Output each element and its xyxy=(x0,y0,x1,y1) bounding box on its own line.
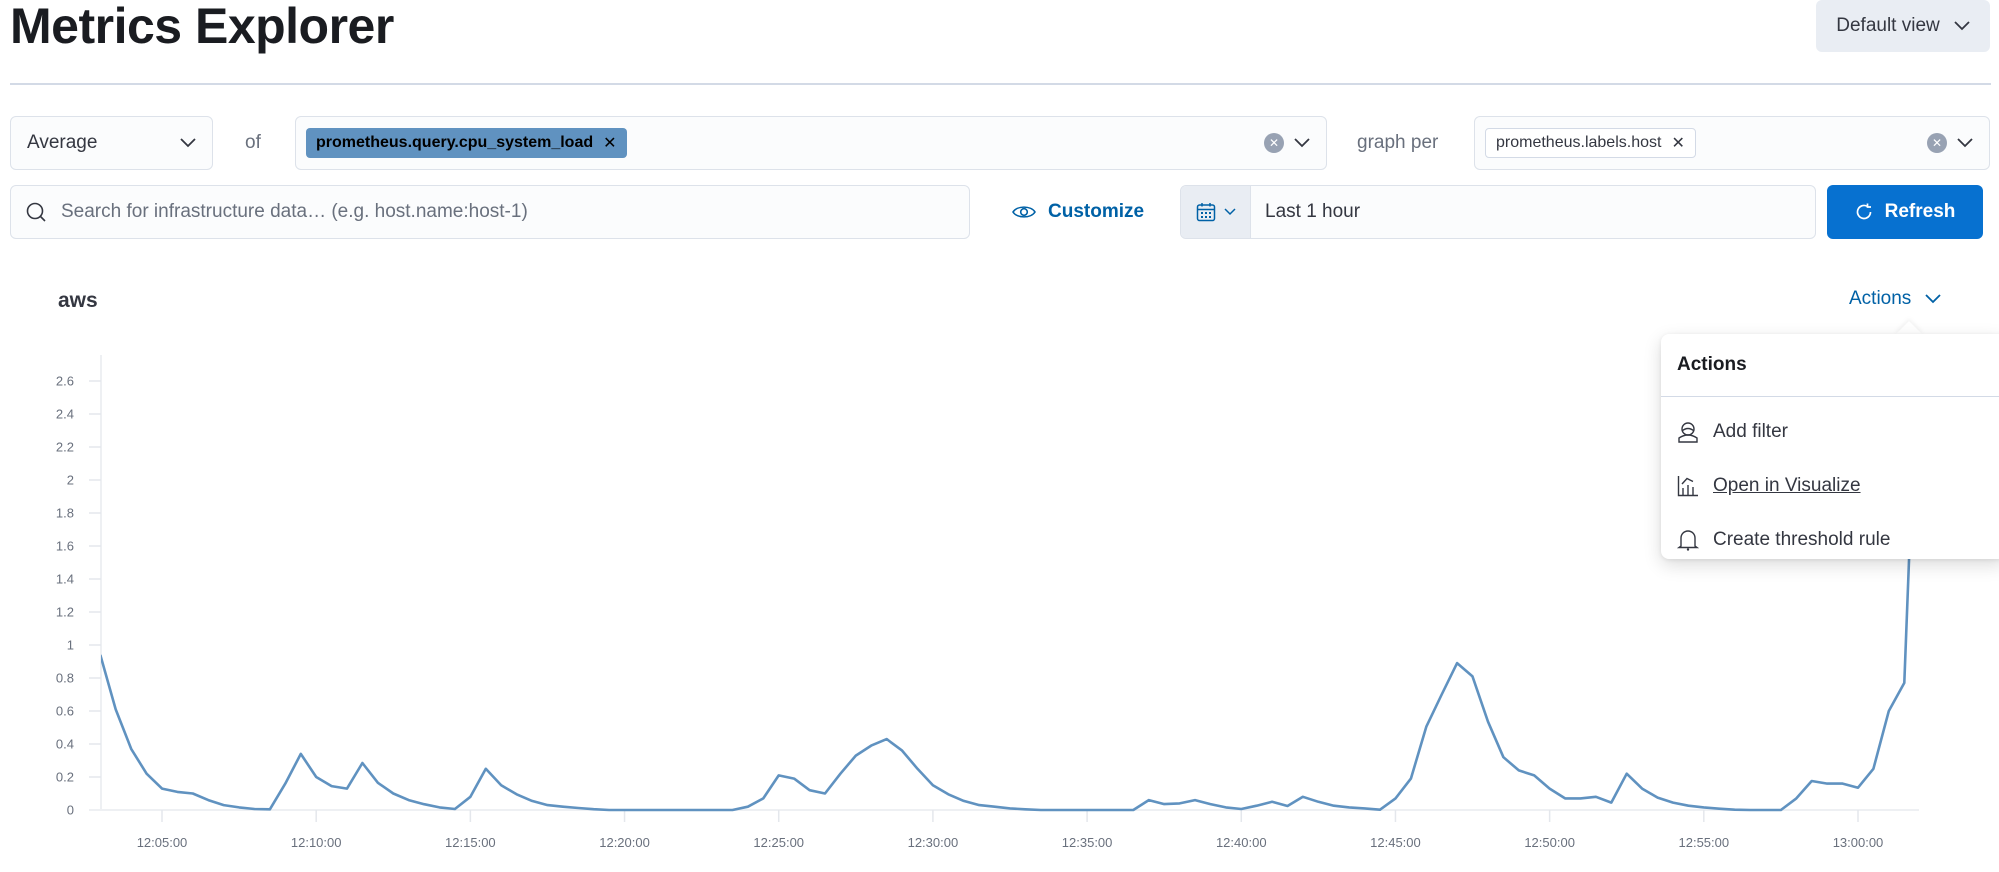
x-tick-label: 12:20:00 xyxy=(599,835,650,850)
y-axis: 0 0.2 0.4 0.6 0.8 1 1.2 1.4 1.6 1.8 2 2.2 2.4 2.6 xyxy=(56,355,102,818)
eye-icon xyxy=(1012,206,1036,218)
refresh-icon xyxy=(1856,203,1871,220)
actions-button[interactable]: Actions xyxy=(1849,288,1941,310)
metric-combobox[interactable]: prometheus.query.cpu_system_load ✕ ✕ xyxy=(295,116,1327,170)
group-by-chip-label: prometheus.labels.host xyxy=(1496,134,1662,151)
graph-per-label: graph per xyxy=(1357,132,1439,153)
quick-date-menu-button[interactable] xyxy=(1181,186,1251,238)
clear-metrics-icon[interactable]: ✕ xyxy=(1264,133,1284,153)
clear-group-by-icon[interactable]: ✕ xyxy=(1927,133,1947,153)
y-tick-label: 1.8 xyxy=(56,506,74,521)
y-tick-label: 1.2 xyxy=(56,605,74,620)
y-tick-label: 0.6 xyxy=(56,704,74,719)
of-label: of xyxy=(245,132,261,153)
y-tick-label: 1.6 xyxy=(56,539,74,554)
x-tick-label: 12:05:00 xyxy=(137,835,188,850)
bell-icon xyxy=(1677,530,1699,551)
popover-arrow xyxy=(1895,321,1923,335)
y-tick-label: 1.4 xyxy=(56,572,74,587)
refresh-button[interactable]: Refresh xyxy=(1827,185,1983,239)
menu-item-label: Open in Visualize xyxy=(1713,475,1861,496)
chevron-down-icon xyxy=(180,138,196,148)
y-tick-label: 1 xyxy=(67,638,74,653)
menu-item-label: Add filter xyxy=(1713,421,1788,442)
customize-label: Customize xyxy=(1048,201,1145,222)
date-range-display[interactable]: Last 1 hour xyxy=(1251,186,1815,238)
x-tick-label: 12:35:00 xyxy=(1062,835,1113,850)
actions-label: Actions xyxy=(1849,288,1912,309)
saved-view-label: Default view xyxy=(1836,15,1940,36)
y-tick-label: 2 xyxy=(67,473,74,488)
popover-divider xyxy=(1661,396,1999,397)
group-by-combobox[interactable]: prometheus.labels.host ✕ ✕ xyxy=(1474,116,1990,170)
remove-group-by-icon[interactable]: ✕ xyxy=(1671,133,1684,153)
x-tick-label: 12:55:00 xyxy=(1679,835,1730,850)
search-bar xyxy=(10,185,970,239)
y-tick-label: 2.6 xyxy=(56,374,74,389)
y-tick-label: 0.4 xyxy=(56,737,74,752)
chevron-down-icon[interactable] xyxy=(1957,138,1973,148)
x-tick-label: 12:40:00 xyxy=(1216,835,1267,850)
visualize-chart-icon xyxy=(1677,476,1698,497)
y-tick-label: 2.4 xyxy=(56,407,74,422)
aggregation-select[interactable]: Average xyxy=(10,116,213,170)
x-tick-label: 12:15:00 xyxy=(445,835,496,850)
date-picker: Last 1 hour xyxy=(1180,185,1816,239)
refresh-label: Refresh xyxy=(1884,201,1956,222)
menu-item-label: Create threshold rule xyxy=(1713,529,1891,550)
x-tick-label: 12:45:00 xyxy=(1370,835,1421,850)
chevron-down-icon xyxy=(1925,294,1941,304)
x-tick-label: 12:50:00 xyxy=(1524,835,1575,850)
metric-chip: prometheus.query.cpu_system_load ✕ xyxy=(306,128,627,158)
x-axis: 12:05:00 12:10:00 12:15:00 12:20:00 12:25:00… xyxy=(89,809,1919,850)
saved-view-selector[interactable]: Default view xyxy=(1816,0,1990,52)
x-tick-label: 12:10:00 xyxy=(291,835,342,850)
y-tick-label: 0.2 xyxy=(56,770,74,785)
actions-popover: Actions Add filter Open in Visualize Cre… xyxy=(1661,334,1999,559)
menu-item-create-threshold-rule[interactable]: Create threshold rule xyxy=(1677,529,1890,551)
x-tick-label: 12:30:00 xyxy=(908,835,959,850)
chart-panel-title: aws xyxy=(58,289,98,312)
chevron-down-icon xyxy=(1223,208,1236,216)
metric-chip-label: prometheus.query.cpu_system_load xyxy=(316,134,594,151)
aggregation-value: Average xyxy=(27,132,98,153)
customize-button[interactable]: Customize xyxy=(1012,193,1144,231)
x-tick-label: 13:00:00 xyxy=(1833,835,1884,850)
chevron-down-icon xyxy=(1954,21,1970,31)
search-icon xyxy=(26,202,46,222)
popover-title: Actions xyxy=(1677,354,1747,375)
calendar-icon xyxy=(1196,203,1215,222)
y-tick-label: 2.2 xyxy=(56,440,74,455)
page-title: Metrics Explorer xyxy=(10,0,394,54)
series-layer xyxy=(101,340,1919,812)
menu-item-add-filter[interactable]: Add filter xyxy=(1677,421,1788,443)
x-tick-label: 12:25:00 xyxy=(753,835,804,850)
filter-user-icon xyxy=(1678,422,1698,443)
remove-metric-icon[interactable]: ✕ xyxy=(603,133,616,153)
y-tick-label: 0.8 xyxy=(56,671,74,686)
y-tick-label: 0 xyxy=(67,803,74,818)
menu-item-open-in-visualize[interactable]: Open in Visualize xyxy=(1677,475,1861,497)
chevron-down-icon[interactable] xyxy=(1294,138,1310,148)
header-divider xyxy=(10,83,1991,85)
search-input[interactable] xyxy=(61,201,955,223)
series-line-aws xyxy=(101,340,1919,812)
group-by-chip: prometheus.labels.host ✕ xyxy=(1485,128,1696,158)
